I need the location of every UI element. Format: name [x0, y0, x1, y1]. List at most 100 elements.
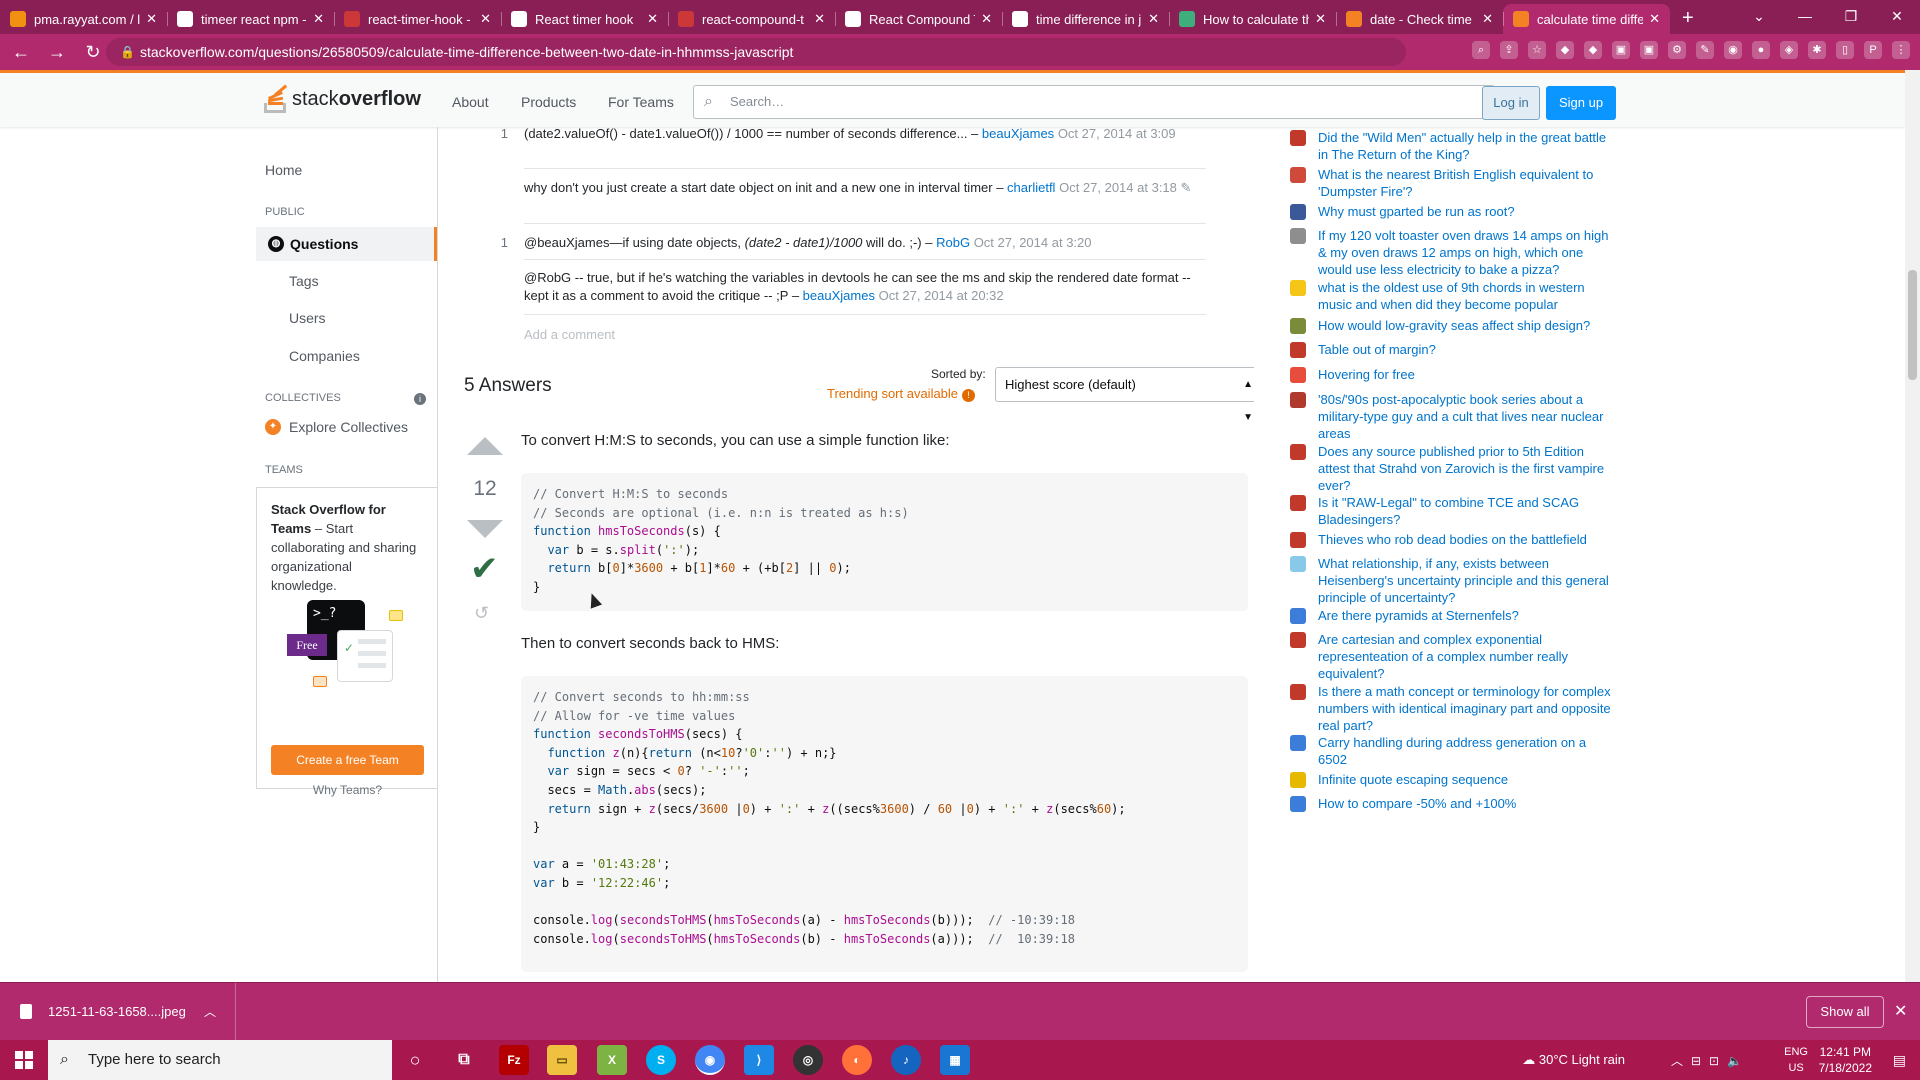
browser-tab[interactable]: time difference in j ✕ [1002, 4, 1169, 34]
address-bar[interactable]: 🔒 stackoverflow.com/questions/26580509/c… [106, 38, 1406, 66]
signup-button[interactable]: Sign up [1546, 86, 1616, 120]
sidebar-item-questions[interactable]: ◍ Questions [256, 227, 437, 261]
sidebar-item-explore-collectives[interactable]: Explore Collectives [289, 419, 408, 435]
hnq-question-link[interactable]: Did the "Wild Men" actually help in the … [1318, 129, 1618, 163]
downvote-icon[interactable] [467, 520, 503, 538]
info-icon[interactable]: i [414, 393, 426, 405]
tab-close-icon[interactable]: ✕ [1649, 11, 1660, 27]
extension-icon[interactable]: ◉ [1724, 41, 1742, 59]
restore-icon[interactable]: ❐ [1828, 0, 1874, 32]
edited-pencil-icon[interactable]: ✎ [1181, 180, 1192, 195]
hnq-question-link[interactable]: Is it "RAW-Legal" to combine TCE and SCA… [1318, 494, 1618, 528]
extension-icon[interactable]: ✎ [1696, 41, 1714, 59]
file-explorer-icon[interactable]: ▭ [547, 1045, 577, 1075]
browser-tab[interactable]: date - Check time ✕ [1336, 4, 1503, 34]
skype-icon[interactable]: S [646, 1045, 676, 1075]
tab-close-icon[interactable]: ✕ [313, 11, 324, 27]
minimize-icon[interactable]: — [1782, 0, 1828, 32]
extension-icon[interactable]: ▣ [1612, 41, 1630, 59]
nav-products[interactable]: Products [521, 94, 576, 110]
sidebar-icon[interactable]: ▯ [1836, 41, 1854, 59]
notification-icon[interactable]: ▤ [1893, 1052, 1906, 1069]
login-button[interactable]: Log in [1482, 86, 1540, 120]
share-icon[interactable]: ⇪ [1500, 41, 1518, 59]
hnq-question-link[interactable]: Is there a math concept or terminology f… [1318, 683, 1618, 734]
tab-close-icon[interactable]: ✕ [146, 11, 157, 27]
comment-user-link[interactable]: beauXjames [982, 127, 1054, 141]
comment-date[interactable]: Oct 27, 2014 at 3:18 [1059, 180, 1177, 195]
download-item[interactable]: 1251-11-63-1658....jpeg ︿ [0, 983, 236, 1041]
task-view-icon[interactable]: ⧉ [449, 1045, 479, 1075]
profile-avatar[interactable]: P [1864, 41, 1882, 59]
bookmark-star-icon[interactable]: ☆ [1528, 41, 1546, 59]
reload-icon[interactable]: ↻ [78, 42, 108, 63]
browser-tab[interactable]: timeer react npm - ✕ [167, 4, 334, 34]
hnq-question-link[interactable]: Does any source published prior to 5th E… [1318, 443, 1618, 494]
upvote-icon[interactable] [467, 437, 503, 455]
hnq-question-link[interactable]: Carry handling during address generation… [1318, 734, 1618, 768]
comment-user-link[interactable]: beauXjames [803, 288, 875, 303]
extension-icon[interactable]: ◈ [1780, 41, 1798, 59]
why-teams-link[interactable]: Why Teams? [257, 783, 438, 797]
sidebar-item-tags[interactable]: Tags [289, 273, 319, 289]
hnq-question-link[interactable]: Thieves who rob dead bodies on the battl… [1318, 531, 1618, 548]
vscode-icon[interactable]: ⟩ [744, 1045, 774, 1075]
nav-about[interactable]: About [452, 94, 489, 110]
firefox-icon[interactable]: ◐ [842, 1045, 872, 1075]
tab-close-icon[interactable]: ✕ [480, 11, 491, 27]
search-input[interactable]: ⌕ Search… [693, 85, 1495, 119]
comment-date[interactable]: Oct 27, 2014 at 20:32 [879, 288, 1004, 303]
tab-close-icon[interactable]: ✕ [647, 11, 658, 27]
hnq-question-link[interactable]: Are there pyramids at Sternenfels? [1318, 607, 1618, 624]
tab-close-icon[interactable]: ✕ [1482, 11, 1493, 27]
extension-icon[interactable]: ▣ [1640, 41, 1658, 59]
new-tab-button[interactable]: + [1682, 7, 1694, 30]
filezilla-icon[interactable]: Fz [499, 1045, 529, 1075]
chrome-icon[interactable]: ◉ [695, 1045, 725, 1075]
sidebar-item-companies[interactable]: Companies [289, 348, 360, 364]
comment-user-link[interactable]: charlietfl [1007, 180, 1055, 195]
comment-date[interactable]: Oct 27, 2014 at 3:09 [1058, 127, 1176, 141]
extension-icon[interactable]: ⚙ [1668, 41, 1686, 59]
browser-tab[interactable]: How to calculate th ✕ [1169, 4, 1336, 34]
add-comment-link[interactable]: Add a comment [524, 327, 615, 342]
hnq-question-link[interactable]: Hovering for free [1318, 366, 1618, 383]
page-scrollbar[interactable] [1905, 70, 1920, 982]
cortana-icon[interactable]: ○ [400, 1045, 430, 1075]
weather-widget[interactable]: ☁ 30°C Light rain [1522, 1052, 1625, 1068]
stackoverflow-logo[interactable]: stack overflow [264, 84, 421, 113]
obs-icon[interactable]: ◎ [793, 1045, 823, 1075]
zoom-icon[interactable]: ⌕ [1472, 41, 1490, 59]
taskbar-search-box[interactable]: ⌕ Type here to search [48, 1040, 392, 1080]
hnq-question-link[interactable]: Infinite quote escaping sequence [1318, 771, 1618, 788]
chevron-up-icon[interactable]: ︿ [204, 983, 216, 1041]
app-icon[interactable]: ♪ [891, 1045, 921, 1075]
language-indicator[interactable]: ENG US [1784, 1044, 1808, 1076]
tab-close-icon[interactable]: ✕ [1148, 11, 1159, 27]
create-free-team-button[interactable]: Create a free Team [271, 745, 424, 775]
app-icon[interactable]: X [597, 1045, 627, 1075]
menu-kebab-icon[interactable]: ⋮ [1892, 41, 1910, 59]
hnq-question-link[interactable]: Why must gparted be run as root? [1318, 203, 1618, 220]
close-icon[interactable]: ✕ [1894, 983, 1907, 1041]
hnq-question-link[interactable]: How to compare -50% and +100% [1318, 795, 1618, 812]
nav-for-teams[interactable]: For Teams [608, 94, 674, 110]
browser-tab[interactable]: react-timer-hook - ✕ [334, 4, 501, 34]
history-icon[interactable]: ↺ [474, 603, 489, 624]
close-window-icon[interactable]: ✕ [1874, 0, 1920, 32]
hnq-question-link[interactable]: '80s/'90s post-apocalyptic book series a… [1318, 391, 1618, 442]
tab-search-icon[interactable]: ⌄ [1736, 0, 1782, 32]
hnq-question-link[interactable]: How would low-gravity seas affect ship d… [1318, 317, 1618, 334]
hnq-question-link[interactable]: What relationship, if any, exists betwee… [1318, 555, 1618, 606]
tab-close-icon[interactable]: ✕ [1315, 11, 1326, 27]
comment-user-link[interactable]: RobG [936, 235, 970, 250]
extension-icon[interactable]: ◆ [1556, 41, 1574, 59]
extension-icon[interactable]: ◆ [1584, 41, 1602, 59]
show-all-button[interactable]: Show all [1806, 996, 1884, 1028]
tab-close-icon[interactable]: ✕ [981, 11, 992, 27]
hnq-question-link[interactable]: What is the nearest British English equi… [1318, 166, 1618, 200]
browser-tab[interactable]: react-compound-t ✕ [668, 4, 835, 34]
hnq-question-link[interactable]: If my 120 volt toaster oven draws 14 amp… [1318, 227, 1618, 278]
clock[interactable]: 12:41 PM 7/18/2022 [1819, 1044, 1872, 1076]
browser-tab[interactable]: calculate time diffe ✕ [1503, 4, 1670, 34]
